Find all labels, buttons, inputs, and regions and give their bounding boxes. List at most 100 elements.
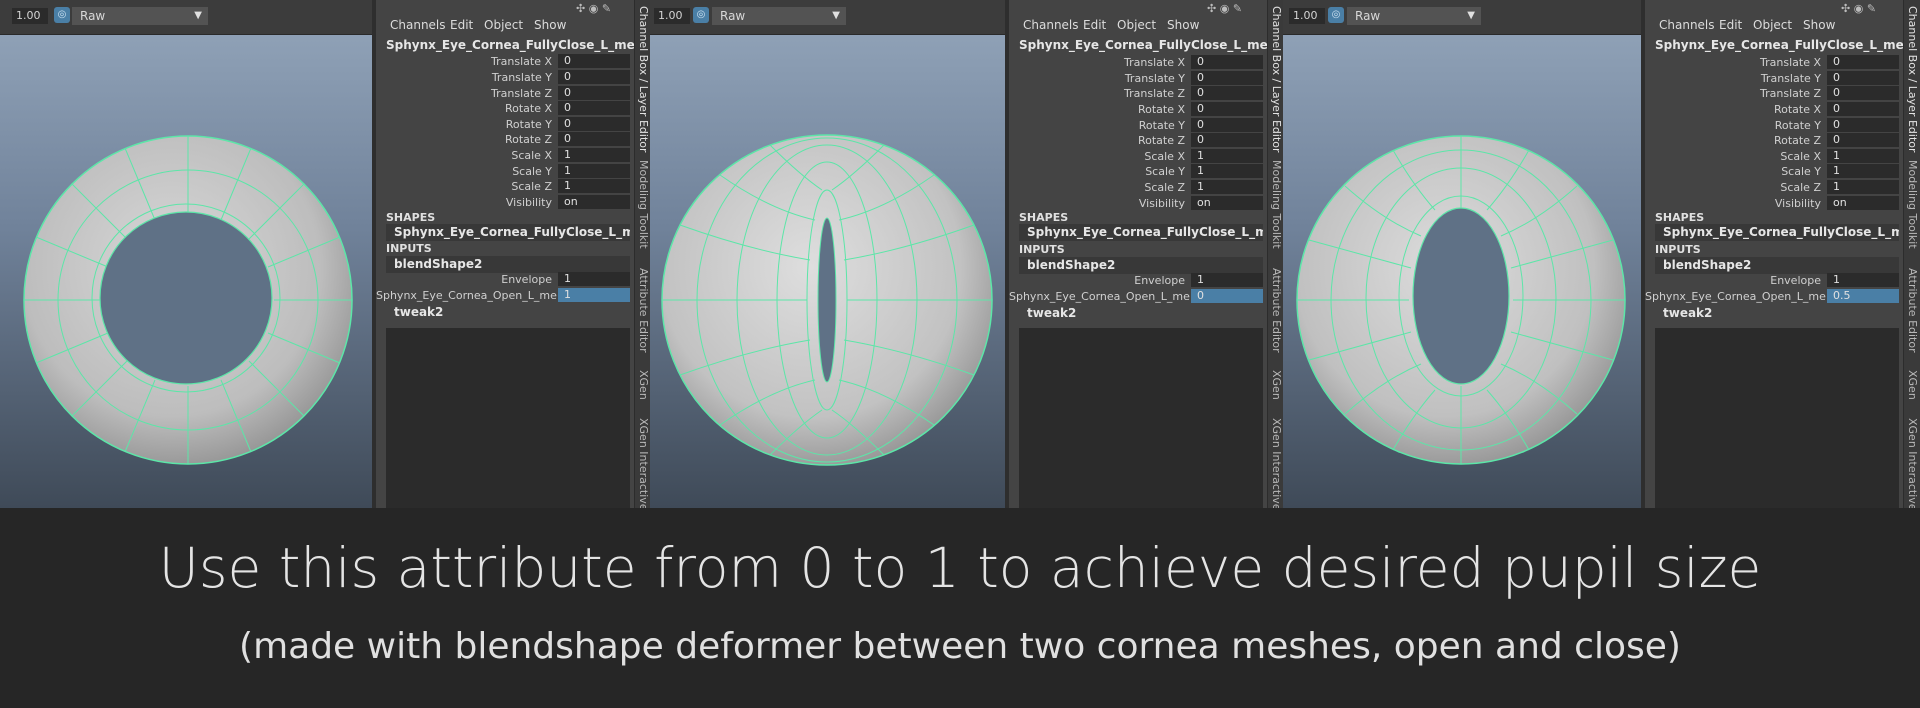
tab-xgen[interactable]: XGen xyxy=(1906,370,1919,400)
envelope-value[interactable]: 1 xyxy=(558,272,630,286)
attr-value[interactable]: 1 xyxy=(1827,149,1899,163)
blend-node[interactable]: blendShape2 xyxy=(386,256,630,273)
edit-icon[interactable]: ✎ xyxy=(1867,2,1876,15)
settings-icon[interactable]: ◉ xyxy=(1220,2,1230,15)
edit-icon[interactable]: ✎ xyxy=(1233,2,1242,15)
menu-object[interactable]: Object xyxy=(1117,18,1156,32)
menu-channels[interactable]: Channels xyxy=(1659,18,1715,32)
toolbar-icons: ✣ ◉ ✎ xyxy=(576,2,611,15)
attr-value[interactable]: 0 xyxy=(1191,86,1263,100)
envelope-value[interactable]: 1 xyxy=(1827,273,1899,287)
menu-show[interactable]: Show xyxy=(534,18,566,32)
menu-show[interactable]: Show xyxy=(1803,18,1835,32)
attr-value[interactable]: 0 xyxy=(1191,102,1263,116)
tab-xgen[interactable]: XGen xyxy=(1270,370,1283,400)
axis-icon[interactable]: ✣ xyxy=(1207,2,1216,15)
tweak-node[interactable]: tweak2 xyxy=(394,305,443,319)
settings-icon[interactable]: ◉ xyxy=(589,2,599,15)
viewport-3[interactable]: 1.00 ◎ Raw ▼ xyxy=(1283,0,1641,508)
target-value[interactable]: 1 xyxy=(558,288,630,302)
attr-row: Rotate X 0 xyxy=(376,101,634,116)
blend-node[interactable]: blendShape2 xyxy=(1655,257,1899,274)
attr-value[interactable]: 0 xyxy=(558,101,630,115)
target-value[interactable]: 0.5 xyxy=(1827,289,1899,303)
menu-object[interactable]: Object xyxy=(484,18,523,32)
envelope-label: Envelope xyxy=(1134,274,1185,287)
attr-value[interactable]: 0 xyxy=(1827,102,1899,116)
attr-row: Scale X 1 xyxy=(1645,149,1903,164)
shape-node[interactable]: Sphynx_Eye_Cornea_FullyClose_L_mes... xyxy=(386,224,630,241)
attr-value[interactable]: on xyxy=(1191,196,1263,210)
attr-value[interactable]: 0 xyxy=(558,132,630,146)
target-value[interactable]: 0 xyxy=(1191,289,1263,303)
menu-object[interactable]: Object xyxy=(1753,18,1792,32)
axis-icon[interactable]: ✣ xyxy=(576,2,585,15)
attr-value[interactable]: 0 xyxy=(1827,55,1899,69)
attr-value[interactable]: 0 xyxy=(1191,118,1263,132)
attr-label: Rotate Z xyxy=(504,133,552,146)
tab-attribute-editor[interactable]: Attribute Editor xyxy=(1270,268,1283,353)
target-row: Sphynx_Eye_Cornea_Open_L_me... 1 xyxy=(376,288,634,303)
envelope-row: Envelope 1 xyxy=(1645,273,1903,288)
tweak-node[interactable]: tweak2 xyxy=(1663,306,1712,320)
tab-attribute-editor[interactable]: Attribute Editor xyxy=(637,268,650,353)
tweak-node[interactable]: tweak2 xyxy=(1027,306,1076,320)
tab-modeling-toolkit[interactable]: Modeling Toolkit xyxy=(1906,160,1919,249)
attr-value[interactable]: 1 xyxy=(1827,164,1899,178)
viewport-1[interactable]: 1.00 ◎ Raw ▼ xyxy=(0,0,372,508)
envelope-value[interactable]: 1 xyxy=(1191,273,1263,287)
menu-channels[interactable]: Channels xyxy=(1023,18,1079,32)
attr-value[interactable]: 1 xyxy=(558,179,630,193)
tab-modeling-toolkit[interactable]: Modeling Toolkit xyxy=(637,160,650,249)
target-label: Sphynx_Eye_Cornea_Open_L_me... xyxy=(1009,290,1201,303)
tab-channel-box[interactable]: Channel Box / Layer Editor xyxy=(1906,6,1919,153)
side-tabs-1: Channel Box / Layer Editor Modeling Tool… xyxy=(634,0,651,523)
attr-value[interactable]: 1 xyxy=(1191,180,1263,194)
shape-node[interactable]: Sphynx_Eye_Cornea_FullyClose_L_mes... xyxy=(1019,224,1263,241)
blend-node[interactable]: blendShape2 xyxy=(1019,257,1263,274)
attr-value[interactable]: 1 xyxy=(558,148,630,162)
attr-value[interactable]: 1 xyxy=(558,164,630,178)
attr-value[interactable]: 1 xyxy=(1827,180,1899,194)
attr-value[interactable]: 0 xyxy=(558,70,630,84)
menu-channels[interactable]: Channels xyxy=(390,18,446,32)
attr-label: Visibility xyxy=(1138,197,1185,210)
menu-show[interactable]: Show xyxy=(1167,18,1199,32)
tab-xgen-interactive[interactable]: XGen Interactive G xyxy=(1270,418,1283,523)
attr-value[interactable]: 0 xyxy=(1827,133,1899,147)
shape-node[interactable]: Sphynx_Eye_Cornea_FullyClose_L_mes... xyxy=(1655,224,1899,241)
attr-value[interactable]: 0 xyxy=(1827,118,1899,132)
caption-subtitle: (made with blendshape deformer between t… xyxy=(239,626,1681,667)
attr-value[interactable]: 0 xyxy=(1191,71,1263,85)
attr-row: Scale X 1 xyxy=(1009,149,1267,164)
attr-value[interactable]: on xyxy=(558,195,630,209)
attr-value[interactable]: 1 xyxy=(1191,164,1263,178)
toolbar-icons: ✣ ◉ ✎ xyxy=(1207,2,1242,15)
tab-attribute-editor[interactable]: Attribute Editor xyxy=(1906,268,1919,353)
settings-icon[interactable]: ◉ xyxy=(1854,2,1864,15)
tab-xgen[interactable]: XGen xyxy=(637,370,650,400)
edit-icon[interactable]: ✎ xyxy=(602,2,611,15)
tab-xgen-interactive[interactable]: XGen Interactive G xyxy=(637,418,650,523)
attr-value[interactable]: 0 xyxy=(558,54,630,68)
tab-channel-box[interactable]: Channel Box / Layer Editor xyxy=(637,6,650,153)
menu-edit[interactable]: Edit xyxy=(1083,18,1106,32)
tab-xgen-interactive[interactable]: XGen Interactive G xyxy=(1906,418,1919,523)
attr-value[interactable]: 0 xyxy=(558,86,630,100)
attr-value[interactable]: on xyxy=(1827,196,1899,210)
attr-value[interactable]: 0 xyxy=(1827,86,1899,100)
tab-modeling-toolkit[interactable]: Modeling Toolkit xyxy=(1270,160,1283,249)
viewport-2[interactable]: 1.00 ◎ Raw ▼ xyxy=(650,0,1005,508)
axis-icon[interactable]: ✣ xyxy=(1841,2,1850,15)
tab-channel-box[interactable]: Channel Box / Layer Editor xyxy=(1270,6,1283,153)
attr-value[interactable]: 0 xyxy=(558,117,630,131)
shapes-header: SHAPES xyxy=(1655,211,1705,224)
attr-row: Scale X 1 xyxy=(376,148,634,163)
attr-value[interactable]: 0 xyxy=(1827,71,1899,85)
menu-edit[interactable]: Edit xyxy=(1719,18,1742,32)
menu-edit[interactable]: Edit xyxy=(450,18,473,32)
side-tabs-2: Channel Box / Layer Editor Modeling Tool… xyxy=(1267,0,1284,523)
attr-value[interactable]: 1 xyxy=(1191,149,1263,163)
attr-value[interactable]: 0 xyxy=(1191,133,1263,147)
attr-value[interactable]: 0 xyxy=(1191,55,1263,69)
